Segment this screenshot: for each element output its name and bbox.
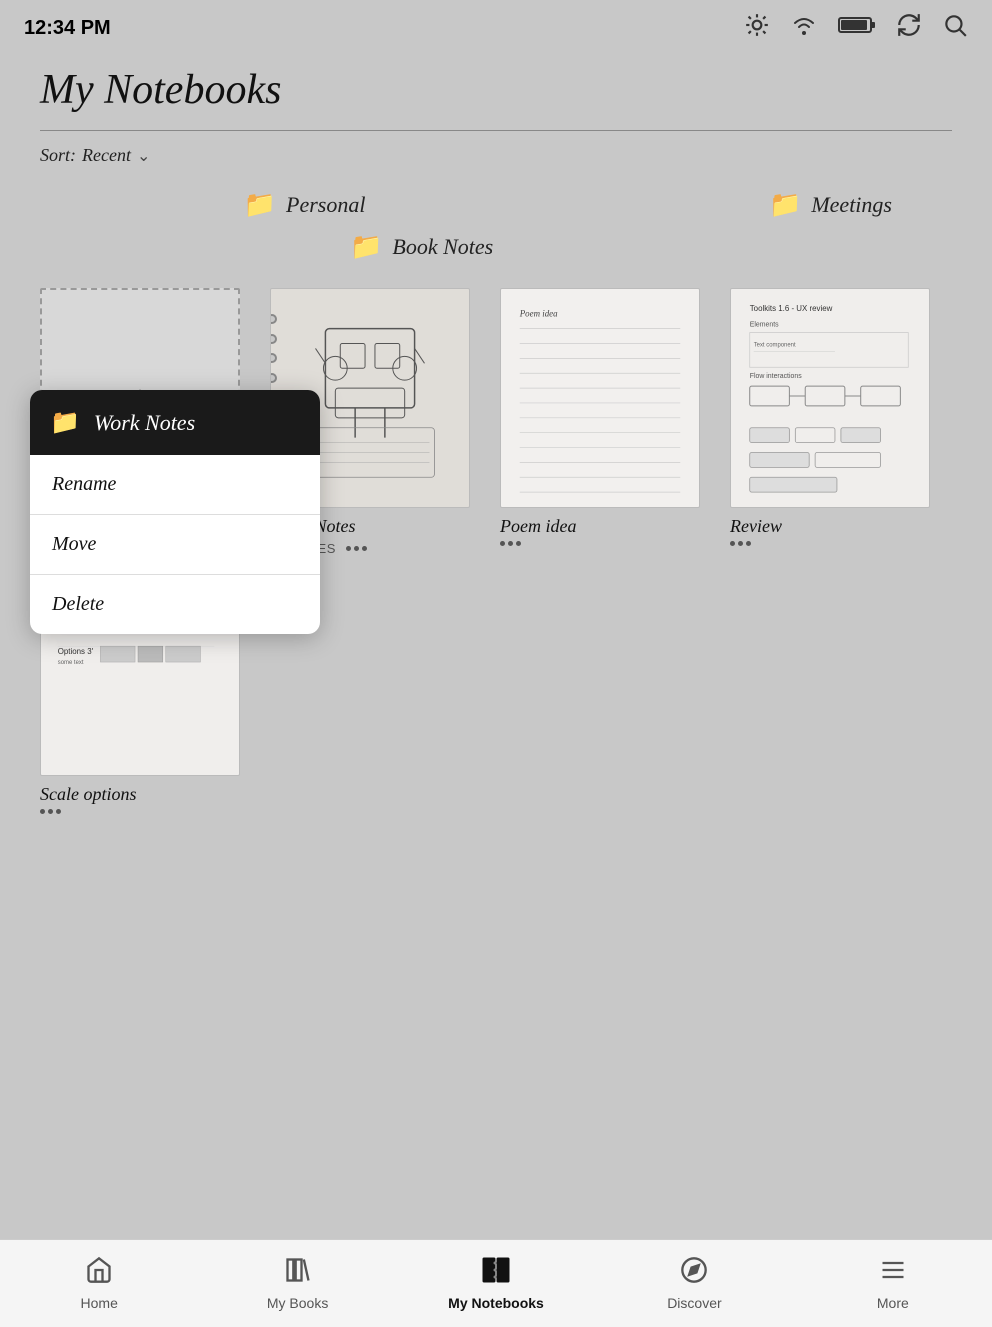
books-icon — [284, 1256, 312, 1291]
notebook-menu-review[interactable] — [730, 541, 751, 546]
folder-book-notes[interactable]: 📁 Book Notes — [350, 232, 493, 262]
context-menu-overlay: 📁 Work Notes Rename Move Delete — [30, 390, 320, 634]
svg-text:Poem idea: Poem idea — [519, 309, 558, 319]
folder-icon: 📁 — [244, 190, 276, 220]
sort-label: Sort: — [40, 145, 76, 166]
folder-personal[interactable]: 📁 Personal — [244, 190, 366, 220]
notebook-item-poem-idea[interactable]: Poem idea Poem idea — [500, 288, 700, 556]
context-folder-icon: 📁 — [50, 408, 80, 437]
nav-label-discover: Discover — [667, 1295, 721, 1311]
notebook-thumbnail-review[interactable]: Toolkits 1.6 - UX review Elements Text c… — [730, 288, 930, 508]
context-menu-title: Work Notes — [94, 410, 195, 436]
home-icon — [85, 1256, 113, 1291]
notebook-meta-review — [730, 541, 930, 546]
folder-name: Book Notes — [392, 234, 493, 260]
notebook-label-poem-idea: Poem idea — [500, 516, 700, 537]
nav-label-my-books: My Books — [267, 1295, 328, 1311]
context-menu-move[interactable]: Move — [30, 515, 320, 575]
svg-text:Text component: Text component — [754, 342, 796, 348]
svg-text:Options 3': Options 3' — [58, 647, 94, 656]
page-title: My Notebooks — [40, 66, 952, 114]
nav-label-home: Home — [81, 1295, 118, 1311]
sort-value: Recent — [82, 145, 131, 166]
nav-item-home[interactable]: Home — [0, 1240, 198, 1327]
poem-idea-sketch: Poem idea — [501, 289, 699, 507]
page-header: My Notebooks — [0, 56, 992, 130]
nav-item-more[interactable]: More — [794, 1240, 992, 1327]
chevron-down-icon[interactable]: ⌄ — [137, 146, 150, 166]
context-menu-body: Rename Move Delete — [30, 455, 320, 634]
nav-label-more: More — [877, 1295, 909, 1311]
context-menu-header: 📁 Work Notes — [30, 390, 320, 455]
svg-text:Flow interactions: Flow interactions — [750, 373, 802, 380]
brightness-icon — [744, 12, 770, 44]
nav-item-my-notebooks[interactable]: My Notebooks — [397, 1240, 595, 1327]
wifi-icon — [790, 14, 818, 42]
folder-meetings[interactable]: 📁 Meetings — [769, 190, 892, 220]
folder-icon: 📁 — [769, 190, 801, 220]
battery-icon — [838, 15, 876, 41]
notebook-meta-scale-options — [40, 809, 240, 814]
sync-icon[interactable] — [896, 12, 922, 44]
notebook-thumbnail-poem-idea[interactable]: Poem idea — [500, 288, 700, 508]
compass-icon — [680, 1256, 708, 1291]
nav-item-discover[interactable]: Discover — [595, 1240, 793, 1327]
search-icon[interactable] — [942, 12, 968, 44]
folder-row-1: 📁 Work Notes 📁 Personal 📁 Meetings — [40, 180, 952, 226]
review-sketch: Toolkits 1.6 - UX review Elements Text c… — [731, 289, 929, 507]
notebook-menu-daily-notes[interactable] — [346, 546, 367, 551]
svg-text:Toolkits 1.6 - UX review: Toolkits 1.6 - UX review — [750, 304, 833, 313]
nav-label-my-notebooks: My Notebooks — [448, 1295, 544, 1311]
folder-name: Meetings — [811, 192, 892, 218]
notebook-meta-poem-idea — [500, 541, 700, 546]
status-time: 12:34 PM — [24, 17, 111, 40]
context-menu-rename[interactable]: Rename — [30, 455, 320, 515]
notebook-menu-scale-options[interactable] — [40, 809, 61, 814]
folder-name: Personal — [286, 192, 365, 218]
menu-icon — [879, 1256, 907, 1291]
notebook-label-scale-options: Scale options — [40, 784, 240, 805]
status-icons — [744, 12, 968, 44]
nav-item-my-books[interactable]: My Books — [198, 1240, 396, 1327]
bottom-nav: Home My Books My Notebooks — [0, 1239, 992, 1327]
notebook-label-review: Review — [730, 516, 930, 537]
folder-icon: 📁 — [350, 232, 382, 262]
content-area: 📁 Work Notes 📁 Personal 📁 Meetings 📁 Boo… — [0, 180, 992, 814]
sort-bar[interactable]: Sort: Recent ⌄ — [0, 131, 992, 180]
svg-text:some text: some text — [58, 660, 84, 666]
notebook-menu-poem-idea[interactable] — [500, 541, 521, 546]
notebook-item-review[interactable]: Toolkits 1.6 - UX review Elements Text c… — [730, 288, 930, 556]
status-bar: 12:34 PM — [0, 0, 992, 56]
svg-text:Elements: Elements — [750, 322, 779, 329]
context-menu-delete[interactable]: Delete — [30, 575, 320, 634]
notebooks-icon — [481, 1256, 511, 1291]
folder-row-2: 📁 Book Notes — [40, 222, 952, 268]
context-menu: 📁 Work Notes Rename Move Delete — [30, 390, 320, 634]
